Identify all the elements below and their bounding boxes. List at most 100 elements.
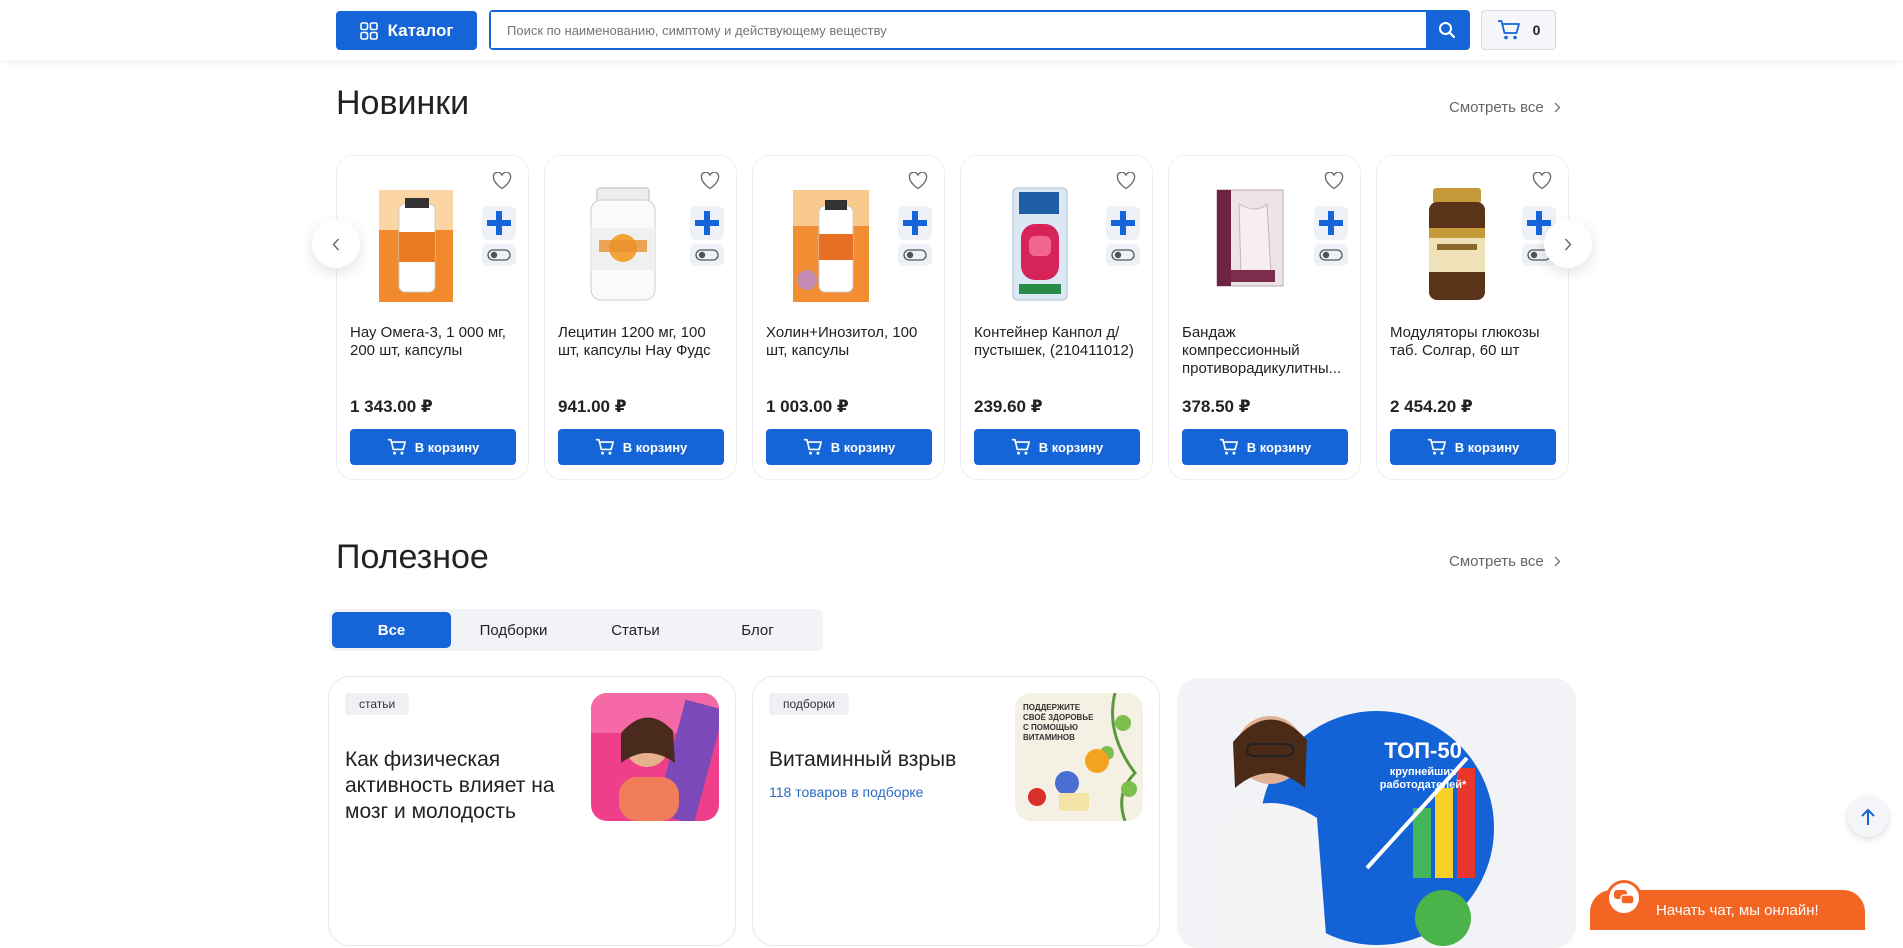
collection-image-caption: ПОДДЕРЖИТЕ СВОЁ ЗДОРОВЬЕ С ПОМОЩЬЮ ВИТАМ…: [1023, 703, 1094, 742]
add-to-cart-label: В корзину: [830, 439, 896, 455]
add-icon[interactable]: [690, 206, 724, 240]
product-card[interactable]: Нау Омега-3, 1 000 мг, 200 шт, капсулы 1…: [336, 155, 529, 480]
product-price: 1 343.00 ₽: [350, 397, 433, 416]
chat-label: Начать чат, мы онлайн!: [1656, 901, 1819, 919]
heart-icon[interactable]: [700, 172, 720, 190]
add-to-cart-button[interactable]: В корзину: [1182, 429, 1348, 465]
add-to-cart-label: В корзину: [1454, 439, 1520, 455]
collection-title[interactable]: Витаминный взрыв: [769, 747, 999, 773]
cart-icon: [1497, 20, 1520, 40]
heart-icon[interactable]: [908, 172, 928, 190]
add-to-cart-label: В корзину: [1038, 439, 1104, 455]
product-image[interactable]: [1187, 184, 1307, 304]
arrow-up-icon: [1861, 808, 1875, 825]
heart-icon[interactable]: [1116, 172, 1136, 190]
carousel-prev-button[interactable]: [312, 220, 360, 268]
tab-blog[interactable]: Блог: [698, 612, 817, 648]
tab-collections[interactable]: Подборки: [454, 612, 573, 648]
collection-badge: подборки: [769, 693, 850, 715]
heart-icon[interactable]: [1532, 172, 1552, 190]
product-name[interactable]: Контейнер Канпол д/пустышек, (210411012): [974, 324, 1144, 378]
chevron-left-icon: [332, 238, 340, 250]
chat-icon[interactable]: [1606, 880, 1642, 916]
article-badge: статьи: [345, 693, 410, 715]
search-icon: [1439, 22, 1456, 39]
product-image[interactable]: [979, 184, 1099, 304]
new-items-title: Новинки: [336, 84, 470, 122]
cart-icon: [595, 438, 614, 455]
tab-all[interactable]: Все: [332, 612, 451, 648]
collection-count[interactable]: 118 товаров в подборке: [769, 784, 923, 800]
cart-icon: [1427, 438, 1446, 455]
article-card[interactable]: статьи Как физическая активность влияет …: [328, 676, 736, 946]
useful-see-all-link[interactable]: Смотреть все: [1449, 553, 1561, 570]
product-card[interactable]: Модуляторы глюкозы таб. Солгар, 60 шт 2 …: [1376, 155, 1569, 480]
cart-icon: [1011, 438, 1030, 455]
cart-icon: [387, 438, 406, 455]
add-to-cart-label: В корзину: [1246, 439, 1312, 455]
product-image[interactable]: [771, 184, 891, 304]
add-to-cart-label: В корзину: [414, 439, 480, 455]
add-icon[interactable]: [1314, 206, 1348, 240]
product-card[interactable]: Холин+Инозитол, 100 шт, капсулы 1 003.00…: [752, 155, 945, 480]
product-card[interactable]: Контейнер Канпол д/пустышек, (210411012)…: [960, 155, 1153, 480]
banner-heading: ТОП-50: [1384, 738, 1462, 763]
product-price: 1 003.00 ₽: [766, 397, 849, 416]
add-icon[interactable]: [898, 206, 932, 240]
product-card[interactable]: Лецитин 1200 мг, 100 шт, капсулы Нау Фуд…: [544, 155, 737, 480]
add-to-cart-button[interactable]: В корзину: [558, 429, 724, 465]
compare-toggle-icon[interactable]: [690, 244, 724, 266]
collection-card[interactable]: подборки Витаминный взрыв 118 товаров в …: [752, 676, 1160, 946]
product-price: 239.60 ₽: [974, 397, 1043, 416]
compare-toggle-icon[interactable]: [1106, 244, 1140, 266]
product-image[interactable]: [355, 184, 475, 304]
carousel-next-button[interactable]: [1544, 220, 1592, 268]
product-name[interactable]: Модуляторы глюкозы таб. Солгар, 60 шт: [1390, 324, 1560, 378]
grid-icon: [359, 21, 378, 40]
compare-toggle-icon[interactable]: [1314, 244, 1348, 266]
collection-image: ПОДДЕРЖИТЕ СВОЁ ЗДОРОВЬЕ С ПОМОЩЬЮ ВИТАМ…: [1015, 693, 1143, 821]
add-to-cart-button[interactable]: В корзину: [350, 429, 516, 465]
add-to-cart-button[interactable]: В корзину: [974, 429, 1140, 465]
catalog-label: Каталог: [387, 20, 454, 40]
banner-subheading: крупнейших работодателей*: [1379, 766, 1467, 791]
product-image[interactable]: [1395, 184, 1515, 304]
product-card[interactable]: Бандаж компрессионный противорадикулитны…: [1168, 155, 1361, 480]
compare-toggle-icon[interactable]: [482, 244, 516, 266]
article-image: [591, 693, 719, 821]
scroll-to-top-button[interactable]: [1848, 797, 1888, 837]
product-name[interactable]: Нау Омега-3, 1 000 мг, 200 шт, капсулы: [350, 324, 520, 378]
product-image[interactable]: [563, 184, 683, 304]
promo-banner[interactable]: ТОП-50 крупнейших работодателей*: [1177, 678, 1576, 948]
chevron-right-icon: [1554, 556, 1561, 567]
cart-icon: [1219, 438, 1238, 455]
add-to-cart-label: В корзину: [622, 439, 688, 455]
product-name[interactable]: Лецитин 1200 мг, 100 шт, капсулы Нау Фуд…: [558, 324, 728, 378]
chevron-right-icon: [1564, 238, 1572, 250]
header: Каталог 0: [0, 0, 1903, 60]
product-price: 941.00 ₽: [558, 397, 627, 416]
tab-articles[interactable]: Статьи: [576, 612, 695, 648]
search-input[interactable]: [491, 12, 1426, 48]
cart-count: 0: [1532, 22, 1541, 38]
compare-toggle-icon[interactable]: [898, 244, 932, 266]
add-icon[interactable]: [482, 206, 516, 240]
see-all-label: Смотреть все: [1449, 99, 1544, 116]
cart-button[interactable]: 0: [1481, 10, 1556, 50]
add-to-cart-button[interactable]: В корзину: [1390, 429, 1556, 465]
add-to-cart-button[interactable]: В корзину: [766, 429, 932, 465]
see-all-label: Смотреть все: [1449, 553, 1544, 570]
chevron-right-icon: [1554, 102, 1561, 113]
new-items-see-all-link[interactable]: Смотреть все: [1449, 99, 1561, 116]
cart-icon: [803, 438, 822, 455]
useful-title: Полезное: [336, 538, 489, 576]
article-title[interactable]: Как физическая активность влияет на мозг…: [345, 747, 575, 825]
product-name[interactable]: Холин+Инозитол, 100 шт, капсулы: [766, 324, 936, 378]
add-icon[interactable]: [1106, 206, 1140, 240]
product-price: 2 454.20 ₽: [1390, 397, 1473, 416]
heart-icon[interactable]: [492, 172, 512, 190]
search-button[interactable]: [1426, 12, 1468, 48]
heart-icon[interactable]: [1324, 172, 1344, 190]
product-name[interactable]: Бандаж компрессионный противорадикулитны…: [1182, 324, 1352, 378]
catalog-button[interactable]: Каталог: [336, 11, 477, 50]
